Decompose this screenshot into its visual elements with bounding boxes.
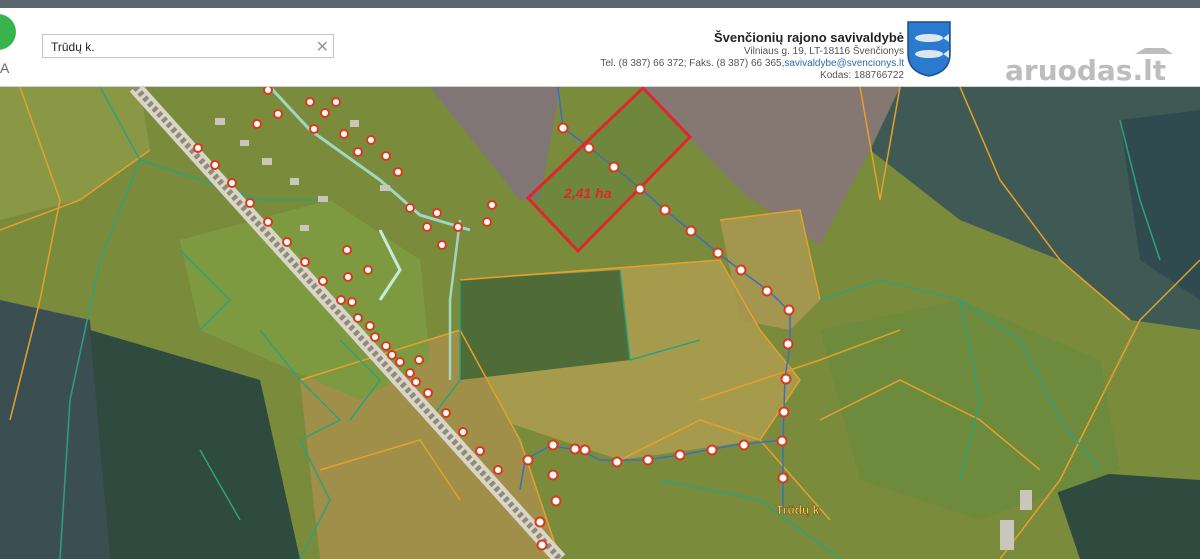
aruodas-watermark-logo: aruodas.lt [1005, 48, 1173, 87]
route-marker [534, 516, 546, 528]
route-marker [365, 321, 375, 331]
route-marker [557, 122, 569, 134]
route-marker [422, 222, 432, 232]
route-marker [776, 435, 788, 447]
route-marker [659, 204, 671, 216]
clear-search-icon[interactable]: ✕ [316, 37, 329, 57]
route-marker [441, 408, 451, 418]
route-marker [210, 160, 220, 170]
route-marker [608, 161, 620, 173]
route-marker [381, 151, 391, 161]
village-label: Trūdų k. [776, 503, 823, 517]
route-marker [706, 444, 718, 456]
route-marker [579, 444, 591, 456]
route-marker [320, 108, 330, 118]
route-marker [252, 119, 262, 129]
municipality-info: Švenčionių rajono savivaldybė Vilniaus g… [600, 30, 904, 82]
route-marker [458, 427, 468, 437]
route-marker [475, 446, 485, 456]
route-marker [493, 465, 503, 475]
route-marker [405, 368, 415, 378]
route-marker [395, 357, 405, 367]
search-input[interactable] [49, 38, 313, 56]
route-marker [738, 439, 750, 451]
route-marker [423, 388, 433, 398]
route-marker [674, 449, 686, 461]
route-marker [642, 454, 654, 466]
route-marker [339, 129, 349, 139]
route-marker [318, 276, 328, 286]
route-marker [245, 198, 255, 208]
municipality-crest-icon [907, 21, 951, 77]
route-marker [336, 295, 346, 305]
route-marker [487, 200, 497, 210]
route-marker [353, 147, 363, 157]
route-marker [780, 373, 792, 385]
route-marker [583, 142, 595, 154]
route-marker [366, 135, 376, 145]
contacts-text: Tel. (8 387) 66 372; Faks. (8 387) 66 36… [600, 58, 785, 69]
route-marker [569, 443, 581, 455]
route-marker [777, 472, 789, 484]
route-marker [347, 297, 357, 307]
route-marker [411, 377, 421, 387]
route-marker [414, 355, 424, 365]
route-marker [547, 439, 559, 451]
watermark-text: aruodas.lt [1005, 54, 1166, 87]
municipality-name: Švenčionių rajono savivaldybė [713, 30, 904, 45]
route-marker [305, 97, 315, 107]
regia-logo-icon[interactable] [0, 14, 16, 50]
route-marker [735, 264, 747, 276]
route-marker [712, 247, 724, 259]
municipality-code: Kodas: 188766722 [820, 70, 904, 81]
route-marker [263, 87, 273, 95]
map-canvas[interactable]: 2,41 ha Trūdų k. [0, 87, 1200, 559]
route-marker [761, 285, 773, 297]
parcel-area-label: 2,41 ha [563, 185, 612, 201]
route-marker [263, 217, 273, 227]
route-marker [387, 350, 397, 360]
route-marker [634, 183, 646, 195]
route-marker [437, 240, 447, 250]
route-marker [309, 124, 319, 134]
municipality-contacts: Tel. (8 387) 66 372; Faks. (8 387) 66 36… [600, 58, 904, 70]
route-marker [482, 217, 492, 227]
route-marker [353, 313, 363, 323]
route-marker [393, 167, 403, 177]
route-marker [343, 272, 353, 282]
route-marker [432, 208, 442, 218]
route-marker [363, 265, 373, 275]
route-marker [273, 109, 283, 119]
route-marker [778, 406, 790, 418]
route-marker [342, 245, 352, 255]
route-marker [370, 332, 380, 342]
route-marker [685, 225, 697, 237]
route-marker [331, 97, 341, 107]
route-marker [453, 222, 463, 232]
route-marker [536, 539, 548, 551]
search-box[interactable]: ✕ [42, 34, 334, 58]
route-marker [611, 456, 623, 468]
municipality-address: Vilniaus g. 19, LT-18116 Švenčionys [743, 46, 904, 57]
route-marker [782, 338, 794, 350]
route-marker [405, 203, 415, 213]
logo-letter: A [0, 60, 10, 76]
top-bar [0, 0, 1200, 8]
route-marker [381, 341, 391, 351]
municipality-email-link[interactable]: savivaldybe@svencionys.lt [784, 58, 904, 69]
route-marker [227, 178, 237, 188]
route-marker [522, 454, 534, 466]
header-bar: A ✕ Švenčionių rajono savivaldybė Vilnia… [0, 8, 1200, 87]
route-marker [300, 257, 310, 267]
route-marker [550, 495, 562, 507]
route-marker [783, 304, 795, 316]
route-marker [547, 469, 559, 481]
route-marker [282, 237, 292, 247]
route-marker [193, 143, 203, 153]
